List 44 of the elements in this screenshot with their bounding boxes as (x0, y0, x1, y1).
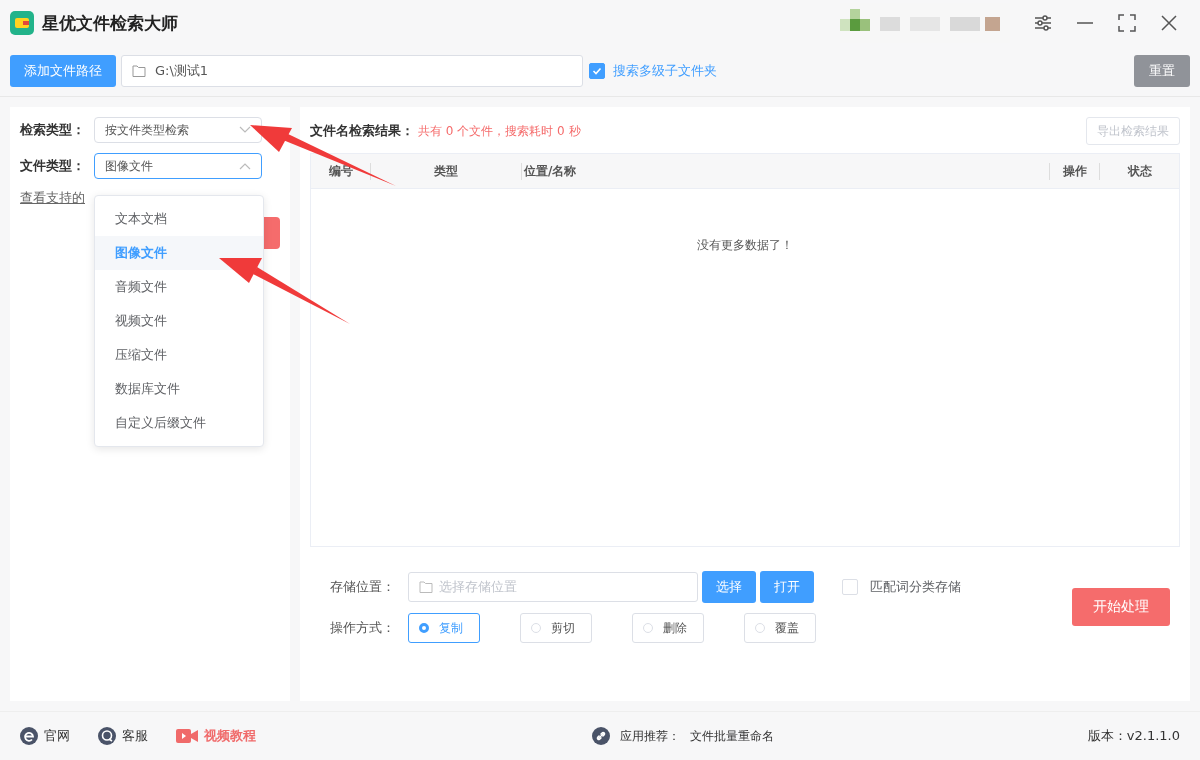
close-icon[interactable] (1159, 13, 1179, 33)
chevron-icon (239, 126, 251, 134)
dropdown-option[interactable]: 自定义后缀文件 (95, 406, 263, 440)
dropdown-option[interactable]: 音频文件 (95, 270, 263, 304)
footer-link[interactable]: 官网 (44, 727, 70, 745)
radio-option[interactable]: 覆盖 (744, 613, 816, 643)
empty-message: 没有更多数据了！ (697, 237, 793, 254)
checkbox-label[interactable]: 匹配词分类存储 (870, 578, 961, 596)
path-field[interactable]: G:\测试1 (121, 55, 583, 87)
video-camera-icon (176, 728, 198, 744)
check-icon (591, 65, 603, 77)
recommend-label: 应用推荐： (619, 727, 680, 745)
column-header: 类型 (433, 162, 459, 180)
maximize-icon[interactable] (1117, 13, 1137, 33)
folder-icon (419, 581, 433, 593)
footer-link[interactable]: 客服 (122, 727, 148, 745)
dropdown-option[interactable]: 数据库文件 (95, 372, 263, 406)
dropdown-option[interactable]: 文本文档 (95, 202, 263, 236)
field-label: 检索类型： (20, 121, 86, 139)
folder-icon (132, 65, 146, 77)
settings-icon[interactable] (1033, 13, 1053, 33)
chat-icon (98, 727, 116, 745)
file-type-select[interactable]: 图像文件 (94, 153, 262, 179)
chevron-icon (239, 162, 251, 170)
dropdown-option[interactable]: 视频文件 (95, 304, 263, 338)
column-header: 位置/名称 (521, 162, 1049, 180)
globe-e-icon (20, 727, 38, 745)
radio-option[interactable]: 删除 (632, 613, 704, 643)
field-label: 存储位置： (330, 578, 396, 596)
results-label: 文件名检索结果： (310, 122, 414, 140)
field-label: 文件类型： (20, 157, 86, 175)
app-title: 星优文件检索大师 (42, 11, 178, 35)
link-icon (591, 727, 610, 745)
version-text: 版本：v2.1.1.0 (1087, 727, 1180, 745)
results-summary: 共有 0 个文件，搜索耗时 0 秒 (418, 122, 581, 140)
checkbox[interactable] (589, 63, 605, 79)
wallet-logo-icon (10, 11, 34, 35)
recommend-link[interactable]: 文件批量重命名 (689, 727, 774, 745)
field-label: 操作方式： (330, 619, 396, 637)
radio-option[interactable]: 剪切 (520, 613, 592, 643)
column-header: 状态 (1099, 162, 1179, 180)
supported-types-link[interactable]: 查看支持的 (20, 190, 85, 205)
column-header: 操作 (1049, 162, 1099, 180)
dropdown-option[interactable]: 压缩文件 (95, 338, 263, 372)
